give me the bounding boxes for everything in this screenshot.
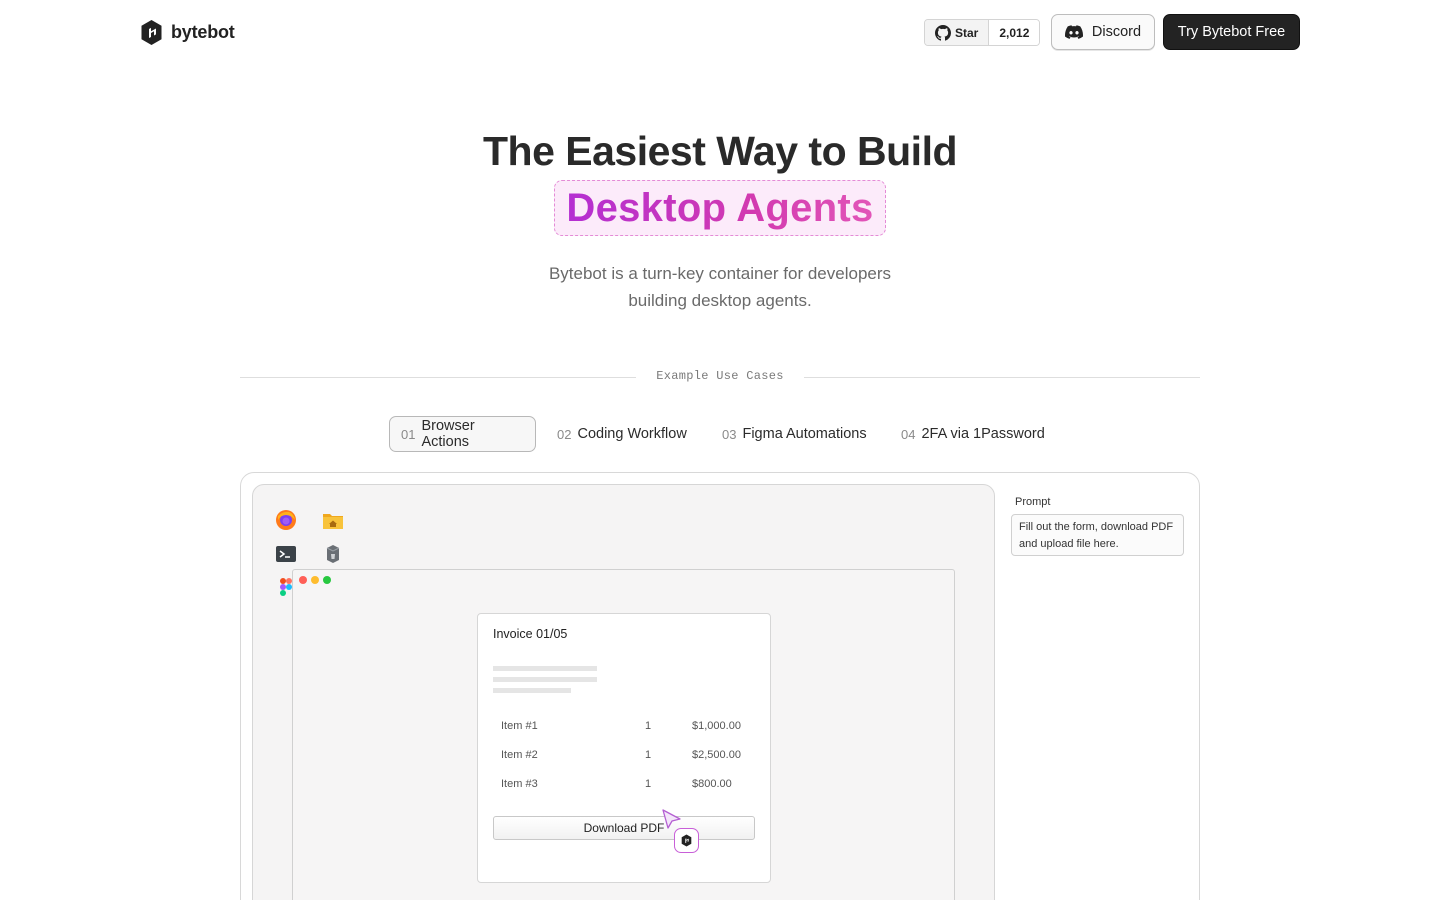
tab-browser-actions[interactable]: 01 Browser Actions [389, 416, 536, 452]
tab-number: 02 [557, 426, 572, 442]
invoice-row: Item #1 1 $1,000.00 [501, 720, 753, 734]
hero-subtitle: Bytebot is a turn-key container for deve… [0, 260, 1440, 314]
hero-title: The Easiest Way to Build [482, 128, 958, 174]
try-bytebot-free-button[interactable]: Try Bytebot Free [1163, 14, 1300, 50]
tab-number: 03 [722, 426, 737, 442]
window-close-button[interactable] [299, 576, 307, 584]
bytebot-agent-icon [681, 834, 692, 847]
download-pdf-button[interactable]: Download PDF [493, 816, 755, 840]
github-star-widget[interactable]: Star 2,012 [924, 19, 1041, 46]
hero-highlight-text: Desktop Agents [566, 185, 874, 230]
github-star-label: Star [955, 25, 979, 40]
tab-coding-workflow[interactable]: 02 Coding Workflow [557, 416, 687, 452]
invoice-item-qty: 1 [645, 720, 652, 732]
discord-label: Discord [1091, 24, 1142, 40]
agent-badge [674, 828, 699, 853]
discord-button[interactable]: Discord [1051, 14, 1155, 50]
invoice-row: Item #2 1 $2,500.00 [501, 749, 753, 763]
prompt-input[interactable]: Fill out the form, download PDF and uplo… [1011, 514, 1184, 556]
tab-label: Coding Workflow [577, 426, 687, 442]
logo-text: bytebot [171, 22, 235, 42]
prompt-label: Prompt [1015, 496, 1051, 508]
invoice-item-name: Item #3 [501, 778, 538, 790]
invoice-placeholder-line [493, 666, 597, 671]
tab-label: 2FA via 1Password [921, 426, 1045, 442]
invoice-row: Item #3 1 $800.00 [501, 778, 753, 792]
tab-label: Figma Automations [742, 426, 867, 442]
hero-highlight-pill: Desktop Agents [554, 180, 886, 236]
terminal-icon[interactable] [275, 543, 297, 565]
invoice-item-price: $1,000.00 [692, 720, 741, 732]
bytebot-logo-icon [141, 20, 162, 45]
tab-number: 01 [401, 426, 416, 442]
window-maximize-button[interactable] [323, 576, 331, 584]
tab-figma-automations[interactable]: 03 Figma Automations [722, 416, 867, 452]
invoice-item-qty: 1 [645, 778, 652, 790]
hero-subtitle-line1: Bytebot is a turn-key container for deve… [548, 264, 892, 283]
firefox-icon[interactable] [275, 509, 297, 531]
invoice-item-qty: 1 [645, 749, 652, 761]
invoice-placeholder-line [493, 688, 571, 693]
tab-label: Browser Actions [421, 418, 475, 450]
hero-subtitle-line2: building desktop agents. [628, 291, 812, 310]
logo[interactable]: bytebot [140, 19, 235, 46]
window-minimize-button[interactable] [311, 576, 319, 584]
home-folder-icon[interactable] [322, 509, 344, 531]
tab-2fa-via-1password[interactable]: 04 2FA via 1Password [901, 416, 1045, 452]
github-icon [935, 24, 951, 41]
invoice-item-price: $800.00 [692, 778, 732, 790]
github-star-button[interactable]: Star [925, 20, 990, 45]
invoice-item-name: Item #2 [501, 749, 538, 761]
tab-number: 04 [901, 426, 916, 442]
discord-icon [1064, 25, 1083, 39]
invoice-item-name: Item #1 [501, 720, 538, 732]
invoice-title: Invoice 01/05 [493, 627, 568, 641]
invoice-item-price: $2,500.00 [692, 749, 741, 761]
github-star-count[interactable]: 2,012 [989, 20, 1040, 45]
trash-icon[interactable] [322, 543, 344, 565]
invoice-placeholder-line [493, 677, 597, 682]
invoice-card [477, 613, 771, 883]
site-header: bytebot Star 2,012 Discord Try Bytebot F… [0, 0, 1440, 64]
use-cases-label: Example Use Cases [656, 369, 784, 383]
